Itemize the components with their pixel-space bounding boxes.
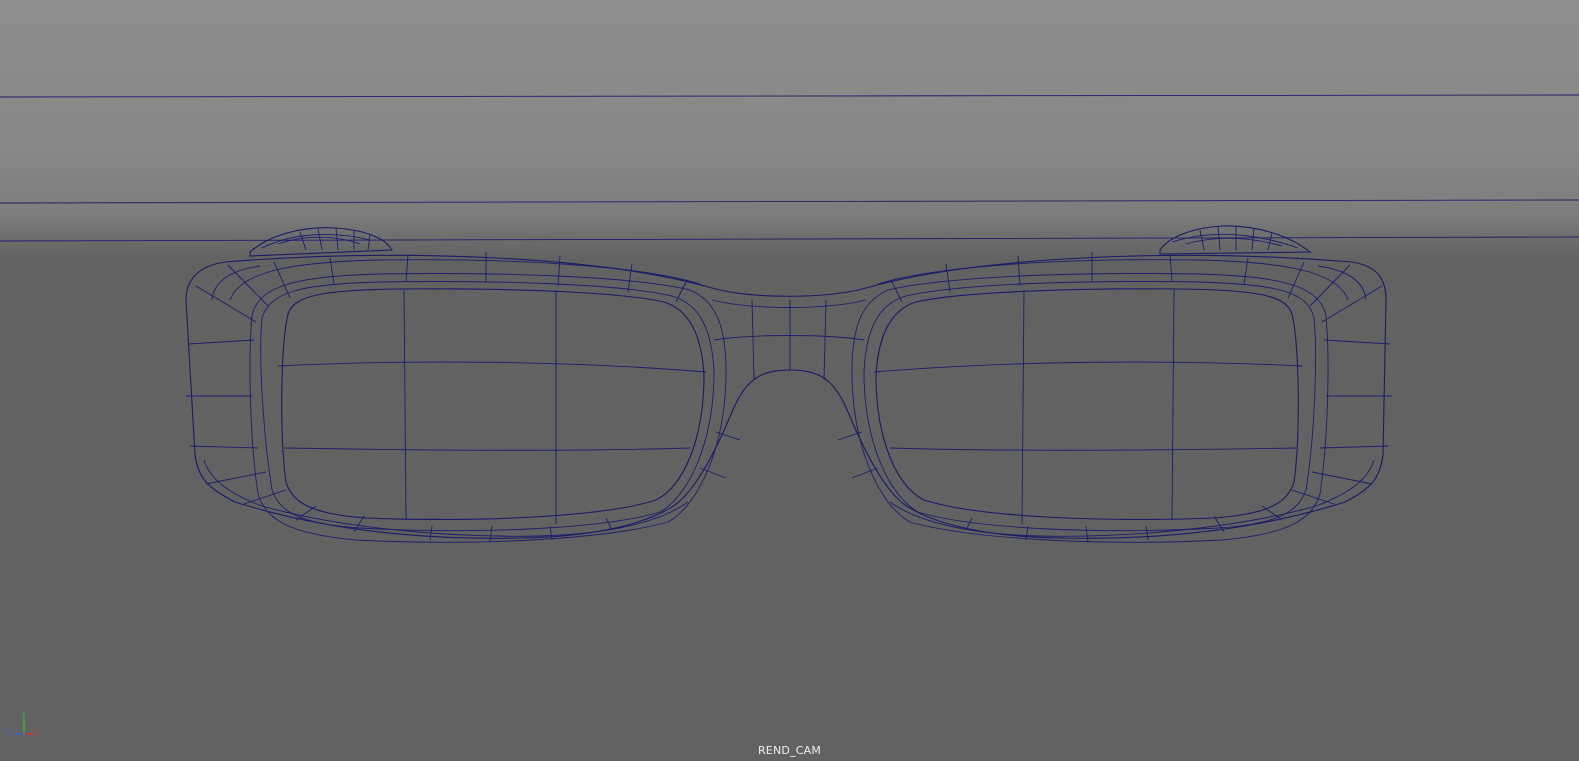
viewport-scene[interactable]	[0, 0, 1579, 761]
right-lens[interactable]	[873, 288, 1303, 525]
axis-gizmo: Y Z X	[7, 712, 37, 738]
axis-z-label: Z	[7, 729, 11, 736]
3d-viewport[interactable]: Y Z X REND_CAM	[0, 0, 1579, 761]
camera-name-label: REND_CAM	[757, 744, 822, 757]
left-lens[interactable]	[277, 288, 707, 524]
axis-y-label: Y	[21, 712, 26, 718]
backdrop-wire-lines	[0, 94, 1579, 242]
axis-x-label: X	[33, 731, 37, 738]
right-temple-arm[interactable]	[1159, 225, 1312, 255]
left-temple-arm[interactable]	[249, 227, 393, 257]
glasses-frame[interactable]	[185, 252, 1392, 543]
